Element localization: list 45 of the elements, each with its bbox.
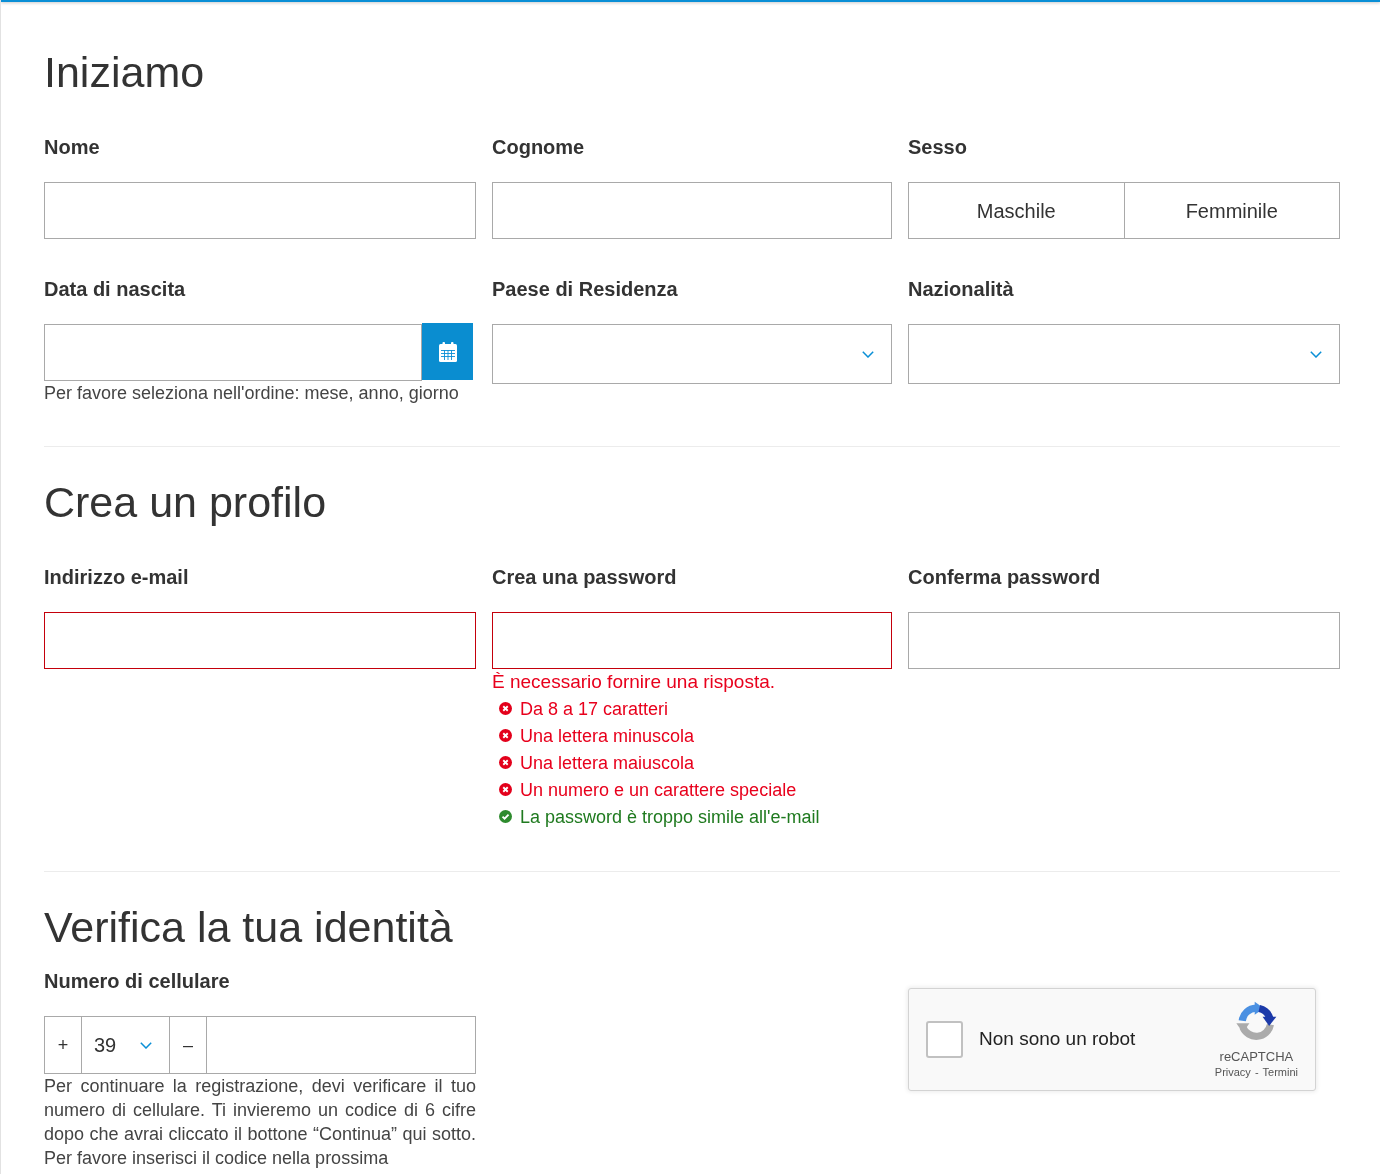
text-input[interactable] — [492, 612, 892, 669]
field-label: Nome — [44, 135, 100, 160]
section-heading: Verifica la tua identità — [44, 902, 453, 953]
calendar-button[interactable] — [422, 323, 473, 380]
field-label: Cognome — [492, 135, 585, 160]
option-button[interactable]: Femminile — [1123, 182, 1340, 239]
text-input[interactable] — [908, 612, 1340, 669]
text-input[interactable] — [44, 612, 476, 669]
option-button[interactable]: Maschile — [908, 182, 1125, 239]
circular-arrows-icon — [1235, 1000, 1278, 1043]
captcha-checkbox[interactable] — [926, 1021, 963, 1058]
password-rule: Una lettera maiuscola — [520, 751, 695, 775]
field-label: Data di nascita — [44, 277, 186, 302]
field-label: Crea una password — [492, 565, 677, 590]
calendar-icon — [438, 341, 457, 362]
chevron-down-icon — [140, 1041, 152, 1049]
dropdown-select[interactable] — [492, 324, 892, 384]
password-rule: La password è troppo simile all'e-mail — [520, 805, 820, 829]
captcha-label: Non sono un robot — [979, 1027, 1136, 1052]
chevron-down-icon — [862, 350, 874, 358]
section-heading: Crea un profilo — [44, 477, 327, 528]
phone-number-input[interactable] — [206, 1016, 476, 1074]
field-label: Conferma password — [908, 565, 1101, 590]
text-input[interactable] — [492, 182, 892, 239]
footer-link[interactable]: Termini — [1262, 1064, 1298, 1079]
password-rule: Da 8 a 17 caratteri — [520, 697, 669, 721]
date-input[interactable] — [44, 324, 422, 381]
field-label: Paese di Residenza — [492, 277, 678, 302]
dropdown-select[interactable] — [908, 324, 1340, 384]
text-input[interactable] — [44, 182, 476, 239]
section-heading: Iniziamo — [44, 47, 205, 98]
footer-link[interactable]: Privacy — [1214, 1064, 1251, 1079]
chevron-down-icon — [1310, 350, 1322, 358]
password-rule: Un numero e un carattere speciale — [520, 778, 797, 802]
error-message: È necessario fornire una risposta. — [492, 670, 776, 694]
link-separator: - — [1254, 1064, 1259, 1079]
password-rule: Una lettera minuscola — [520, 724, 695, 748]
country-code-select[interactable]: 39 — [81, 1016, 170, 1074]
field-label: Sesso — [908, 135, 967, 160]
field-label: Nazionalità — [908, 277, 1014, 302]
field-hint: Per favore seleziona nell'ordine: mese, anno, giorno — [44, 382, 459, 405]
field-label: Numero di cellulare — [44, 969, 230, 994]
verification-note: Per continuare la registrazione, devi verificare il tuo numero di cellulare. Ti invieremo un codice di 6 cifre dopo che avrai cliccato il bottone “Continua” qui sotto. Per favore inserisci il codice nella prossima — [44, 1075, 476, 1170]
field-label: Indirizzo e-mail — [44, 565, 189, 590]
captcha-brand-text: reCAPTCHA — [1219, 1048, 1294, 1065]
